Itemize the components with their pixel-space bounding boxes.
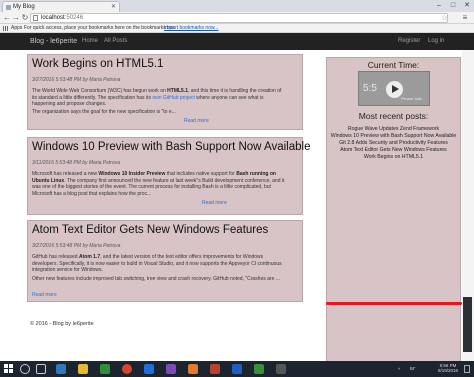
github-project-link[interactable]: own GitHub project <box>152 95 195 101</box>
minimize-icon[interactable]: – <box>432 0 446 11</box>
recent-posts-heading: Most recent posts: <box>358 111 429 121</box>
store-icon[interactable] <box>100 364 110 374</box>
read-more-link[interactable]: Read more <box>184 118 209 124</box>
tray-arrow-icon[interactable]: ^ <box>398 367 400 372</box>
post-title[interactable]: Atom Text Editor Gets New Windows Featur… <box>32 224 268 236</box>
read-more-link[interactable]: Read more <box>202 200 227 206</box>
windows-start-icon[interactable] <box>4 364 14 374</box>
clock-video-player[interactable]: 5:5 Please wait... <box>358 71 430 106</box>
page-scrollbar-thumb[interactable] <box>463 297 472 352</box>
post-card: Windows 10 Preview with Bash Support Now… <box>27 137 310 215</box>
browser-toolbar: ← → ↻ localhost:50246 ☆ ≡ <box>0 12 474 24</box>
bookmarks-message: For quick access, place your bookmarks h… <box>24 25 176 31</box>
play-icon[interactable] <box>386 81 403 98</box>
visual-studio-icon[interactable] <box>166 364 176 374</box>
nav-login-link[interactable]: Log in <box>428 33 444 50</box>
address-bar[interactable]: localhost:50246 <box>30 13 448 23</box>
video-time-text: 5:5 <box>363 83 377 94</box>
read-more-link[interactable]: Read more <box>32 292 57 298</box>
bookmarks-bar: Apps For quick access, place your bookma… <box>0 24 474 33</box>
post-excerpt: Microsoft has released a new Windows 10 … <box>32 171 285 197</box>
page-favicon-icon <box>6 5 11 10</box>
apps-grid-icon[interactable] <box>3 26 8 31</box>
task-view-icon[interactable] <box>36 364 46 374</box>
post-title[interactable]: Work Begins on HTML5.1 <box>32 58 163 70</box>
red-annotation-line <box>326 302 462 305</box>
notifications-icon[interactable] <box>464 365 470 373</box>
browser-tab-bar: My Blog ✕ – □ ✕ <box>0 0 474 12</box>
system-clock[interactable]: 5:56 PM 8/19/2016 <box>436 363 460 373</box>
recent-post-link[interactable]: Windows 10 Preview with Bash Support Now… <box>327 133 460 139</box>
post-excerpt: GitHub has released Atom 1.7, and the la… <box>32 254 282 282</box>
recent-post-link[interactable]: Git 2.8 Adds Security and Productivity F… <box>327 140 460 146</box>
windows-taskbar: ^ БГ 5:56 PM 8/19/2016 <box>0 361 474 377</box>
excel-icon[interactable] <box>254 364 264 374</box>
window-close-icon[interactable]: ✕ <box>460 0 474 11</box>
site-brand-link[interactable]: Blog - le6perite <box>30 33 77 50</box>
chrome-browser-icon[interactable] <box>122 364 132 374</box>
nav-register-link[interactable]: Register <box>398 33 420 50</box>
tab-title: My Blog <box>13 4 35 10</box>
import-bookmarks-link[interactable]: Import bookmarks now... <box>164 24 218 33</box>
post-card: Work Begins on HTML5.1 3/27/2016 5:53:48… <box>27 54 303 130</box>
post-card: Atom Text Editor Gets New Windows Featur… <box>27 220 303 302</box>
browser-menu-icon[interactable]: ≡ <box>461 13 469 23</box>
browser-tab[interactable]: My Blog ✕ <box>2 1 120 12</box>
site-navbar: Blog - le6perite Home All Posts Register… <box>0 33 474 50</box>
apps-link[interactable]: Apps <box>11 24 22 33</box>
post-date: 3/11/2016 5:53:48 PM by Maria Petrova <box>32 160 121 166</box>
post-date: 3/27/2016 5:53:48 PM by Maria Petrova <box>32 77 121 83</box>
address-port: :50246 <box>64 15 84 21</box>
nav-home-link[interactable]: Home <box>82 33 98 50</box>
video-status-text: Please wait... <box>401 96 425 101</box>
keyboard-language[interactable]: БГ <box>410 366 415 371</box>
recent-post-link[interactable]: Work Begins on HTML5.1 <box>327 154 460 160</box>
page-info-icon[interactable] <box>33 15 38 21</box>
maximize-icon[interactable]: □ <box>446 0 460 11</box>
paint-icon[interactable] <box>276 364 286 374</box>
reload-icon[interactable]: ↻ <box>20 13 30 23</box>
current-time-heading: Current Time: <box>367 60 420 70</box>
post-date: 3/27/2016 5:53:48 PM by Maria Petrova <box>32 243 121 249</box>
powerpoint-icon[interactable] <box>210 364 220 374</box>
edge-browser-icon[interactable] <box>56 364 66 374</box>
word-icon[interactable] <box>232 364 242 374</box>
skype-icon[interactable] <box>144 364 154 374</box>
tab-close-icon[interactable]: ✕ <box>111 3 116 10</box>
recent-post-link[interactable]: Atom Text Editor Gets New Windows Featur… <box>327 147 460 153</box>
post-title[interactable]: Windows 10 Preview with Bash Support Now… <box>32 141 310 153</box>
post-excerpt: The World Wide Web Consortium (W3C) has … <box>32 88 282 115</box>
site-footer: © 2016 - Blog by le6perite <box>30 321 94 327</box>
bookmark-star-icon[interactable]: ☆ <box>441 13 449 22</box>
file-explorer-icon[interactable] <box>78 364 88 374</box>
nav-all-posts-link[interactable]: All Posts <box>104 33 127 50</box>
recent-post-link[interactable]: Rogue Wave Updates Zend Framework <box>327 126 460 132</box>
search-icon[interactable] <box>20 364 30 374</box>
app-icon[interactable] <box>188 364 198 374</box>
address-host: localhost <box>41 15 65 21</box>
clock-date: 8/19/2016 <box>437 368 459 373</box>
